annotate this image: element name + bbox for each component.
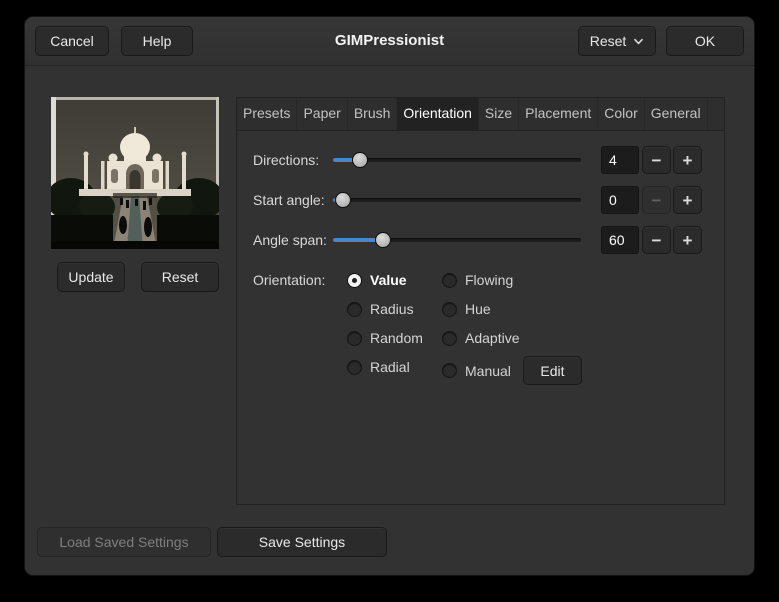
tab-paper[interactable]: Paper <box>297 98 348 130</box>
radio-option-random[interactable]: Random <box>347 327 442 349</box>
minus-icon: − <box>651 230 662 250</box>
start-angle-value-input[interactable] <box>601 186 639 214</box>
start-angle-slider[interactable] <box>333 186 581 214</box>
radio-option-label: Value <box>370 272 407 288</box>
radio-option-label: Flowing <box>465 272 514 288</box>
radio-option-label: Radial <box>370 359 410 375</box>
radio-option-manual[interactable]: Manual <box>442 360 511 382</box>
radio-button-icon <box>347 272 362 288</box>
plus-icon: + <box>682 150 693 170</box>
angle-span-value-input[interactable] <box>601 226 639 254</box>
plus-icon: + <box>682 190 693 210</box>
minus-icon: − <box>651 150 662 170</box>
start-angle-plus-button[interactable]: + <box>673 186 702 214</box>
directions-minus-button[interactable]: − <box>642 146 671 174</box>
radio-option-hue[interactable]: Hue <box>442 298 582 320</box>
directions-plus-button[interactable]: + <box>673 146 702 174</box>
chevron-down-icon <box>634 38 644 45</box>
load-settings-button[interactable]: Load Saved Settings <box>37 527 211 557</box>
tab-color[interactable]: Color <box>598 98 645 130</box>
preview-area <box>51 97 219 249</box>
slider-handle[interactable] <box>352 152 369 168</box>
minus-icon: − <box>651 190 662 210</box>
angle-span-minus-button[interactable]: − <box>642 226 671 254</box>
tab-brush[interactable]: Brush <box>348 98 398 130</box>
tab-size[interactable]: Size <box>479 98 520 130</box>
angle-span-label: Angle span: <box>253 232 327 248</box>
save-settings-button[interactable]: Save Settings <box>217 527 387 557</box>
radio-option-label: Adaptive <box>465 330 520 346</box>
radio-option-label: Manual <box>465 362 511 379</box>
directions-row: Directions: − + <box>237 146 724 174</box>
radio-button-icon <box>442 363 457 378</box>
tab-general[interactable]: General <box>645 98 708 130</box>
angle-span-slider[interactable] <box>333 226 581 254</box>
start-angle-row: Start angle: − + <box>237 186 724 214</box>
ok-button[interactable]: OK <box>666 26 744 56</box>
directions-value-input[interactable] <box>601 146 639 174</box>
radio-option-flowing[interactable]: Flowing <box>442 269 582 291</box>
radio-option-label: Random <box>370 330 423 346</box>
tab-orientation[interactable]: Orientation <box>397 98 479 130</box>
manual-cell: Manual Edit <box>442 356 582 385</box>
radio-button-icon <box>347 301 362 317</box>
notebook: Presets Paper Brush Orientation Size Pla… <box>236 97 725 505</box>
radio-option-value[interactable]: Value <box>347 269 442 291</box>
reset-menu-label: Reset <box>589 33 627 49</box>
plus-icon: + <box>682 230 693 250</box>
start-angle-minus-button[interactable]: − <box>642 186 671 214</box>
radio-button-icon <box>442 272 457 288</box>
tab-placement[interactable]: Placement <box>519 98 599 130</box>
header-bar: Cancel Help GIMPressionist Reset OK <box>25 17 754 66</box>
directions-label: Directions: <box>253 152 320 168</box>
slider-handle[interactable] <box>334 192 351 208</box>
radio-option-adaptive[interactable]: Adaptive <box>442 327 582 349</box>
radio-button-icon <box>347 359 362 375</box>
cancel-button[interactable]: Cancel <box>35 26 109 56</box>
radio-option-radial[interactable]: Radial <box>347 356 442 378</box>
start-angle-label: Start angle: <box>253 192 325 208</box>
directions-slider[interactable] <box>333 146 581 174</box>
edit-button[interactable]: Edit <box>522 356 582 385</box>
radio-button-icon <box>347 330 362 346</box>
radio-option-label: Radius <box>370 301 414 317</box>
preview-image <box>51 97 219 249</box>
tab-presets[interactable]: Presets <box>237 98 298 130</box>
desktop: { "window": { "title": "GIMPressionist" … <box>0 0 779 602</box>
angle-span-row: Angle span: − + <box>237 226 724 254</box>
orientation-label: Orientation: <box>253 272 326 288</box>
angle-span-plus-button[interactable]: + <box>673 226 702 254</box>
radio-option-label: Hue <box>465 301 491 317</box>
preview-reset-button[interactable]: Reset <box>141 262 219 292</box>
tab-bar: Presets Paper Brush Orientation Size Pla… <box>237 98 724 131</box>
orientation-options: Value Flowing Radius Hue Random Adaptive <box>347 269 582 385</box>
radio-option-radius[interactable]: Radius <box>347 298 442 320</box>
help-button[interactable]: Help <box>121 26 193 56</box>
radio-button-icon <box>442 301 457 317</box>
update-button[interactable]: Update <box>57 262 125 292</box>
radio-button-icon <box>442 330 457 346</box>
gimpressionist-dialog: Cancel Help GIMPressionist Reset OK Upda… <box>24 16 755 576</box>
slider-track[interactable] <box>333 198 581 202</box>
reset-menu-button[interactable]: Reset <box>578 26 656 56</box>
window-title: GIMPressionist <box>334 32 445 49</box>
slider-track[interactable] <box>333 158 581 162</box>
slider-handle[interactable] <box>374 232 391 248</box>
